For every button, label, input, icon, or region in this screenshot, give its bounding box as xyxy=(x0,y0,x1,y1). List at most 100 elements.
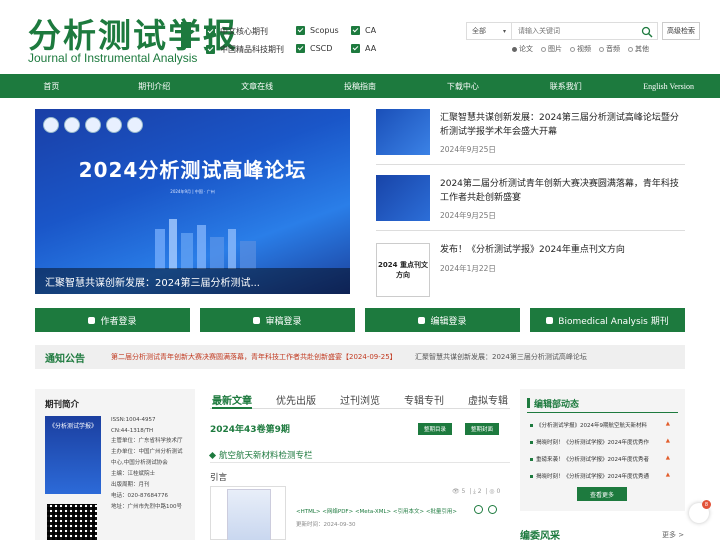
notice-bar: 通知公告 第二届分析测试青年创新大赛决赛圆满落幕，青年科技工作者共赴创新盛宴【2… xyxy=(35,345,685,369)
bullet-icon xyxy=(530,441,533,444)
checkbox-icon xyxy=(296,44,305,53)
index-badge: 中文核心期刊 xyxy=(206,26,268,37)
hot-icon: ▲ xyxy=(665,455,670,461)
bullet-icon xyxy=(530,458,533,461)
journal-intro-panel: 期刊简介 《分析测试学报》 ISSN:1004-4957 CN:44-1318/… xyxy=(35,389,195,540)
index-badge: Scopus xyxy=(296,26,339,35)
news-item[interactable]: 2024第二届分析测试青年创新大赛决赛圆满落幕，青年科技工作者共赴创新盛宴 20… xyxy=(376,175,685,235)
logo-english: Journal of Instrumental Analysis xyxy=(28,51,198,65)
intro-line: 地址：广州市先烈中路100号 xyxy=(111,504,182,510)
download-icon: ⤓ xyxy=(473,488,476,495)
news-date: 2024年9月25日 xyxy=(440,211,496,220)
nav-journal-intro[interactable]: 期刊介绍 xyxy=(103,74,206,98)
author-login-button[interactable]: 作者登录 xyxy=(35,308,190,332)
search-icon[interactable] xyxy=(641,26,653,38)
editors-title: 编委风采 xyxy=(520,531,560,540)
banner-logos xyxy=(43,117,143,133)
hot-icon: ▲ xyxy=(665,472,670,478)
editorial-news-item[interactable]: 《分析测试学报》2024年9期航空航天新材料 ▲ xyxy=(530,421,670,429)
qr-code xyxy=(47,504,97,540)
search-scope-select[interactable]: 全部 ▾ xyxy=(466,22,512,40)
radio-dot xyxy=(570,46,575,52)
nav-submission-guide[interactable]: 投稿指南 xyxy=(309,74,412,98)
banner-caption[interactable]: 汇聚智慧共谋创新发展：2024第三届分析测试... xyxy=(35,268,350,294)
news-item[interactable]: 汇聚智慧共谋创新发展：2024第三届分析测试高峰论坛暨分析测试学报学术年会盛大开… xyxy=(376,109,685,169)
checkbox-icon xyxy=(351,44,360,53)
bullet-icon xyxy=(530,475,533,478)
book-icon xyxy=(546,316,554,324)
view-more-button[interactable]: 查看更多 xyxy=(577,487,627,501)
cite-icon: ◎ xyxy=(489,488,495,495)
editorial-news-item[interactable]: 揭晓时刻！《分析测试学报》2024年度优秀作 ▲ xyxy=(530,438,670,446)
reviewer-login-button[interactable]: 审稿登录 xyxy=(200,308,355,332)
advanced-search-button[interactable]: 高级检索 xyxy=(662,22,700,40)
tab-active-indicator xyxy=(212,407,252,409)
tab-priority[interactable]: 优先出版 xyxy=(276,392,316,407)
news-title[interactable]: 汇聚智慧共谋创新发展：2024第三届分析测试高峰论坛暨分析测试学报学术年会盛大开… xyxy=(440,111,685,139)
tab-special-issue[interactable]: 专辑专刊 xyxy=(404,392,444,407)
nav-english-version[interactable]: English Version xyxy=(617,74,720,98)
article-stats: 👁 5 | ⤓ 2 | ◎ 0 xyxy=(452,488,501,495)
org-logo-icon xyxy=(106,117,122,133)
chevron-down-icon: ▾ xyxy=(502,27,506,35)
intro-line: 主管单位：广东省科学技术厅 xyxy=(111,438,183,444)
search-input[interactable] xyxy=(512,22,658,40)
issue-cover-button[interactable]: 整期封面 xyxy=(465,423,500,435)
radio-dot xyxy=(541,46,546,52)
radio-video[interactable]: 视频 xyxy=(570,44,591,54)
radio-dot xyxy=(628,46,633,52)
news-date: 2024年1月22日 xyxy=(440,264,496,273)
nav-articles-online[interactable]: 文章在线 xyxy=(206,74,309,98)
editor-login-button[interactable]: 编辑登录 xyxy=(365,308,520,332)
index-badge: 中国精品科技期刊 xyxy=(206,44,284,55)
radio-other[interactable]: 其他 xyxy=(628,44,649,54)
org-logo-icon xyxy=(64,117,80,133)
index-badge: CSCD xyxy=(296,44,332,53)
notice-item[interactable]: 第二届分析测试青年创新大赛决赛圆满落幕，青年科技工作者共赴创新盛宴【2024-0… xyxy=(111,352,397,362)
article-title[interactable]: 引言 xyxy=(210,471,227,483)
share-icon[interactable] xyxy=(500,505,509,514)
tab-archive[interactable]: 过刊浏览 xyxy=(340,392,380,407)
radio-image[interactable]: 图片 xyxy=(541,44,562,54)
intro-line: 电话：020-87684776 xyxy=(111,493,168,499)
news-title[interactable]: 2024第二届分析测试青年创新大赛决赛圆满落幕，青年科技工作者共赴创新盛宴 xyxy=(440,177,685,205)
play-icon[interactable] xyxy=(488,505,497,514)
issue-toc-button[interactable]: 整期目录 xyxy=(418,423,453,435)
editorial-news-item[interactable]: 重磅来袭！《分析测试学报》2024年度优秀者 ▲ xyxy=(530,455,670,463)
nav-contact[interactable]: 联系我们 xyxy=(514,74,617,98)
news-thumbnail xyxy=(376,175,430,221)
banner-title: 2024分析测试高峰论坛 xyxy=(78,158,307,182)
divider xyxy=(210,462,510,463)
user-icon xyxy=(88,316,96,324)
editorial-news-item[interactable]: 揭晓时刻！《分析测试学报》2024年度优秀通 ▲ xyxy=(530,472,670,480)
radio-audio[interactable]: 音频 xyxy=(599,44,620,54)
main-nav: 首页 期刊介绍 文章在线 投稿指南 下载中心 联系我们 English Vers… xyxy=(0,74,720,98)
article-links[interactable]: <HTML> <网络PDF> <Meta-XML> <引用本文> <批量引用> xyxy=(296,507,457,515)
intro-line: ISSN:1004-4957 xyxy=(111,417,156,423)
notice-label: 通知公告 xyxy=(45,354,85,365)
logo-badge xyxy=(181,22,191,48)
journal-cover[interactable]: 《分析测试学报》 xyxy=(45,416,101,494)
radio-dot xyxy=(512,46,517,52)
hot-icon: ▲ xyxy=(665,421,670,427)
nav-downloads[interactable]: 下载中心 xyxy=(411,74,514,98)
bullet-icon xyxy=(530,424,533,427)
intro-line: 主办单位：中国广州分析测试 xyxy=(111,449,183,455)
news-title[interactable]: 发布！《分析测试学报》2024年重点刊文方向 xyxy=(440,243,685,257)
article-thumbnail[interactable] xyxy=(210,486,286,540)
editors-more-link[interactable]: 更多 > xyxy=(662,530,684,540)
radio-paper[interactable]: 论文 xyxy=(512,44,533,54)
nav-home[interactable]: 首页 xyxy=(0,74,103,98)
index-badge: CA xyxy=(351,26,376,35)
notice-item[interactable]: 汇聚智慧共谋创新发展：2024第三届分析测试高峰论坛 xyxy=(415,352,587,362)
news-item[interactable]: 2024 重点刊文方向 发布！《分析测试学报》2024年重点刊文方向 2024年… xyxy=(376,243,685,299)
tab-virtual-issue[interactable]: 虚拟专辑 xyxy=(468,392,508,407)
tab-latest[interactable]: 最新文章 xyxy=(212,392,252,407)
biomedical-analysis-button[interactable]: Biomedical Analysis 期刊 xyxy=(530,308,685,332)
editorial-news-panel: 编辑部动态 《分析测试学报》2024年9期航空航天新材料 ▲ 揭晓时刻！《分析测试… xyxy=(520,389,685,511)
divider xyxy=(210,408,510,409)
radio-dot xyxy=(599,46,604,52)
add-icon[interactable] xyxy=(474,505,483,514)
notification-badge: 8 xyxy=(702,500,711,509)
banner-carousel[interactable]: 2024分析测试高峰论坛 2024年9月 | 中国 · 广州 汇聚智慧共谋创新发… xyxy=(35,109,350,294)
